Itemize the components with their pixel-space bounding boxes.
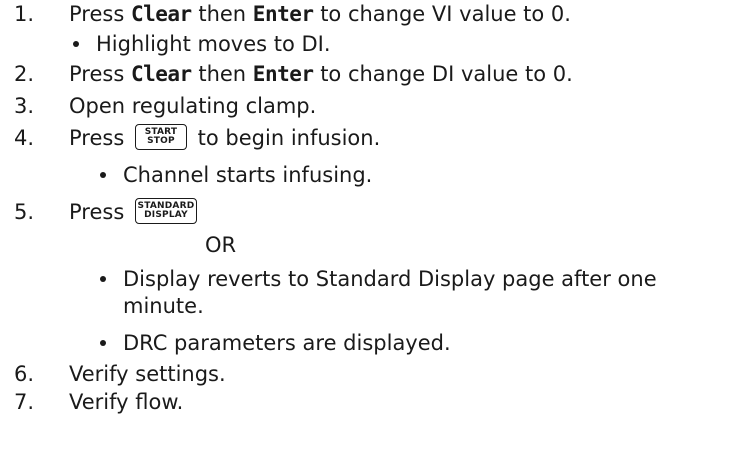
step-text: Verify flow.	[69, 390, 184, 414]
bullet-text: Display reverts to Standard Display page…	[123, 267, 657, 291]
step-4: 4. Press START STOP to begin infusion.	[0, 124, 729, 151]
bullet-icon	[100, 340, 106, 346]
standard-display-button: STANDARD DISPLAY	[134, 198, 197, 224]
step-text: Press Clear then Enter to change VI valu…	[69, 2, 571, 26]
step-number: 7.	[14, 390, 35, 414]
bullet-icon	[100, 276, 106, 282]
step-text: Press STANDARD DISPLAY	[69, 198, 197, 226]
step-7: 7. Verify flow.	[0, 389, 729, 415]
step-number: 3.	[14, 94, 35, 118]
clear-key-label: Clear	[130, 2, 192, 26]
or-label: OR	[205, 233, 237, 257]
step-text: Open regulating clamp.	[69, 94, 317, 118]
step-5-sub-bullet-2: DRC parameters are displayed.	[0, 330, 729, 356]
step-5: 5. Press STANDARD DISPLAY	[0, 198, 729, 226]
step-text: Press START STOP to begin infusion.	[69, 124, 381, 150]
step-number: 1.	[14, 2, 35, 26]
bullet-text: Highlight moves to DI.	[96, 32, 331, 56]
start-stop-button: START STOP	[134, 124, 187, 150]
bullet-text: DRC parameters are displayed.	[123, 331, 451, 355]
step-6: 6. Verify settings.	[0, 361, 729, 387]
enter-key-label: Enter	[252, 62, 314, 86]
step-2: 2. Press Clear then Enter to change DI v…	[0, 61, 729, 87]
step-text: Press Clear then Enter to change DI valu…	[69, 62, 573, 86]
step-5-sub-bullet-1-cont: minute.	[0, 293, 729, 319]
bullet-icon	[100, 172, 106, 178]
enter-key-label: Enter	[252, 2, 314, 26]
clear-key-label: Clear	[130, 62, 192, 86]
bullet-icon	[73, 41, 79, 47]
step-text: Verify settings.	[69, 362, 226, 386]
step-1-sub-bullet: Highlight moves to DI.	[0, 31, 729, 57]
bullet-text: Channel starts infusing.	[123, 163, 373, 187]
step-number: 4.	[14, 126, 35, 150]
step-3: 3. Open regulating clamp.	[0, 93, 729, 119]
step-number: 6.	[14, 362, 35, 386]
step-5-sub-bullet-1: Display reverts to Standard Display page…	[0, 266, 729, 292]
step-1: 1. Press Clear then Enter to change VI v…	[0, 1, 729, 27]
step-4-sub-bullet: Channel starts infusing.	[0, 162, 729, 188]
step-number: 2.	[14, 62, 35, 86]
step-number: 5.	[14, 200, 35, 224]
bullet-text-continued: minute.	[123, 294, 204, 318]
